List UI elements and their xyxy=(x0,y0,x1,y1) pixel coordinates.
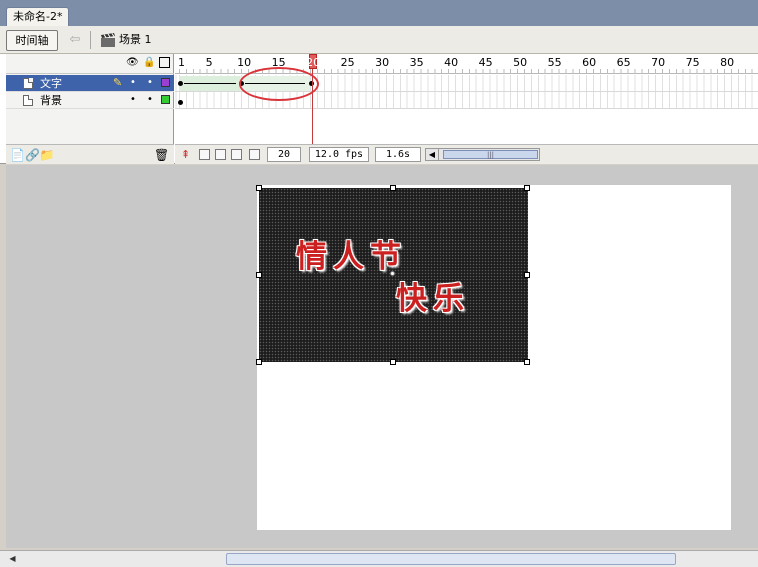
ruler-label: 60 xyxy=(582,56,597,69)
ruler-label: 30 xyxy=(375,56,390,69)
edit-bar: 时间轴 ⇦ 场景 1 xyxy=(0,26,758,54)
scroll-left-icon[interactable]: ◀ xyxy=(6,553,19,565)
ruler-label: 75 xyxy=(685,56,700,69)
edit-multiple-frames-icon[interactable] xyxy=(231,149,242,160)
scroll-thumb[interactable] xyxy=(226,553,676,565)
onion-outline-icon[interactable] xyxy=(215,149,226,160)
resize-handle[interactable] xyxy=(524,185,530,191)
ruler-label: 55 xyxy=(547,56,562,69)
elapsed-time-field: 1.6s xyxy=(375,147,421,162)
layer-name: 背景 xyxy=(40,94,62,107)
document-tab[interactable]: 未命名-2* xyxy=(6,7,70,26)
clapperboard-icon xyxy=(101,33,115,47)
ruler-label: 50 xyxy=(513,56,528,69)
greeting-text-line1: 情人节 xyxy=(296,239,407,275)
ruler-label: 80 xyxy=(720,56,735,69)
layer-row-text[interactable]: 文字 ✎ • • xyxy=(6,75,174,92)
resize-handle[interactable] xyxy=(524,359,530,365)
layer-icon xyxy=(23,95,33,106)
resize-handle[interactable] xyxy=(390,185,396,191)
ruler-label: 65 xyxy=(616,56,631,69)
frames-pane: 1 5 10 15 20 25 30 35 40 45 50 55 60 65 70 75 80 ⇞ 20 12… xyxy=(175,54,758,164)
ruler-label: 10 xyxy=(237,56,252,69)
tween-arrow xyxy=(184,83,236,84)
layer-name: 文字 xyxy=(40,77,62,90)
eye-icon[interactable]: 👁 xyxy=(126,57,139,68)
scene-label[interactable]: 场景 1 xyxy=(119,33,152,47)
insert-layer-icons[interactable]: 📄🔗📁 xyxy=(10,148,55,162)
ruler-label: 40 xyxy=(444,56,459,69)
toolbar-divider xyxy=(90,31,91,49)
resize-handle[interactable] xyxy=(256,272,262,278)
resize-handle[interactable] xyxy=(256,185,262,191)
onion-markers-icon[interactable] xyxy=(249,149,260,160)
timeline-scrollbar[interactable]: ◀ ||| xyxy=(425,148,540,161)
resize-handle[interactable] xyxy=(256,359,262,365)
current-frame-field: 20 xyxy=(267,147,301,162)
back-arrow-icon[interactable]: ⇦ xyxy=(66,31,84,49)
layer-toolbar: 📄🔗📁 🗑 xyxy=(6,144,174,164)
ruler-label: 25 xyxy=(340,56,355,69)
visibility-dot[interactable]: • xyxy=(130,95,136,105)
timeline-toggle-button[interactable]: 时间轴 xyxy=(6,30,58,51)
lock-dot[interactable]: • xyxy=(147,78,153,88)
thumb-grip: ||| xyxy=(486,151,495,159)
layer-row-background[interactable]: 背景 • • xyxy=(6,92,174,109)
frame-rate-field[interactable]: 12.0 fps xyxy=(309,147,369,162)
lock-dot[interactable]: • xyxy=(147,95,153,105)
layer-icon xyxy=(23,78,33,89)
center-frame-icon[interactable]: ⇞ xyxy=(181,149,192,160)
timeline-panel: 👁 🔒 文字 ✎ • • 背景 • • 📄🔗📁 🗑 1 5 10 15 20 25 30 35… xyxy=(0,54,758,164)
resize-handle[interactable] xyxy=(390,359,396,365)
ruler-label: 1 xyxy=(178,56,185,69)
ruler-label: 20 xyxy=(306,56,321,69)
registration-point[interactable] xyxy=(390,271,395,276)
visibility-dot[interactable]: • xyxy=(130,78,136,88)
annotation-circle xyxy=(239,67,319,101)
pencil-icon: ✎ xyxy=(113,76,123,89)
onion-skin-icon[interactable] xyxy=(199,149,210,160)
keyframe[interactable] xyxy=(178,100,183,105)
ruler-label: 45 xyxy=(478,56,493,69)
ruler-label: 35 xyxy=(409,56,424,69)
ruler-label: 70 xyxy=(651,56,666,69)
layer-header: 👁 🔒 xyxy=(6,54,174,74)
lock-icon[interactable]: 🔒 xyxy=(143,57,155,68)
trash-icon[interactable]: 🗑 xyxy=(154,148,169,162)
ruler-label: 5 xyxy=(205,56,213,69)
layers-pane: 👁 🔒 文字 ✎ • • 背景 • • 📄🔗📁 🗑 xyxy=(6,54,174,164)
layer-color-swatch[interactable] xyxy=(161,78,170,87)
scroll-left-icon[interactable]: ◀ xyxy=(426,149,439,160)
scroll-thumb[interactable]: ||| xyxy=(443,150,538,159)
resize-handle[interactable] xyxy=(524,272,530,278)
document-tab-strip: 未命名-2* xyxy=(0,0,758,26)
keyframe[interactable] xyxy=(178,81,183,86)
timeline-status-bar: ⇞ 20 12.0 fps 1.6s ◀ ||| xyxy=(175,144,758,164)
stage-horizontal-scrollbar[interactable]: ◀ xyxy=(0,550,758,567)
greeting-text-line2: 快乐 xyxy=(396,281,470,317)
layer-color-swatch[interactable] xyxy=(161,95,170,104)
outline-icon[interactable] xyxy=(159,57,170,68)
